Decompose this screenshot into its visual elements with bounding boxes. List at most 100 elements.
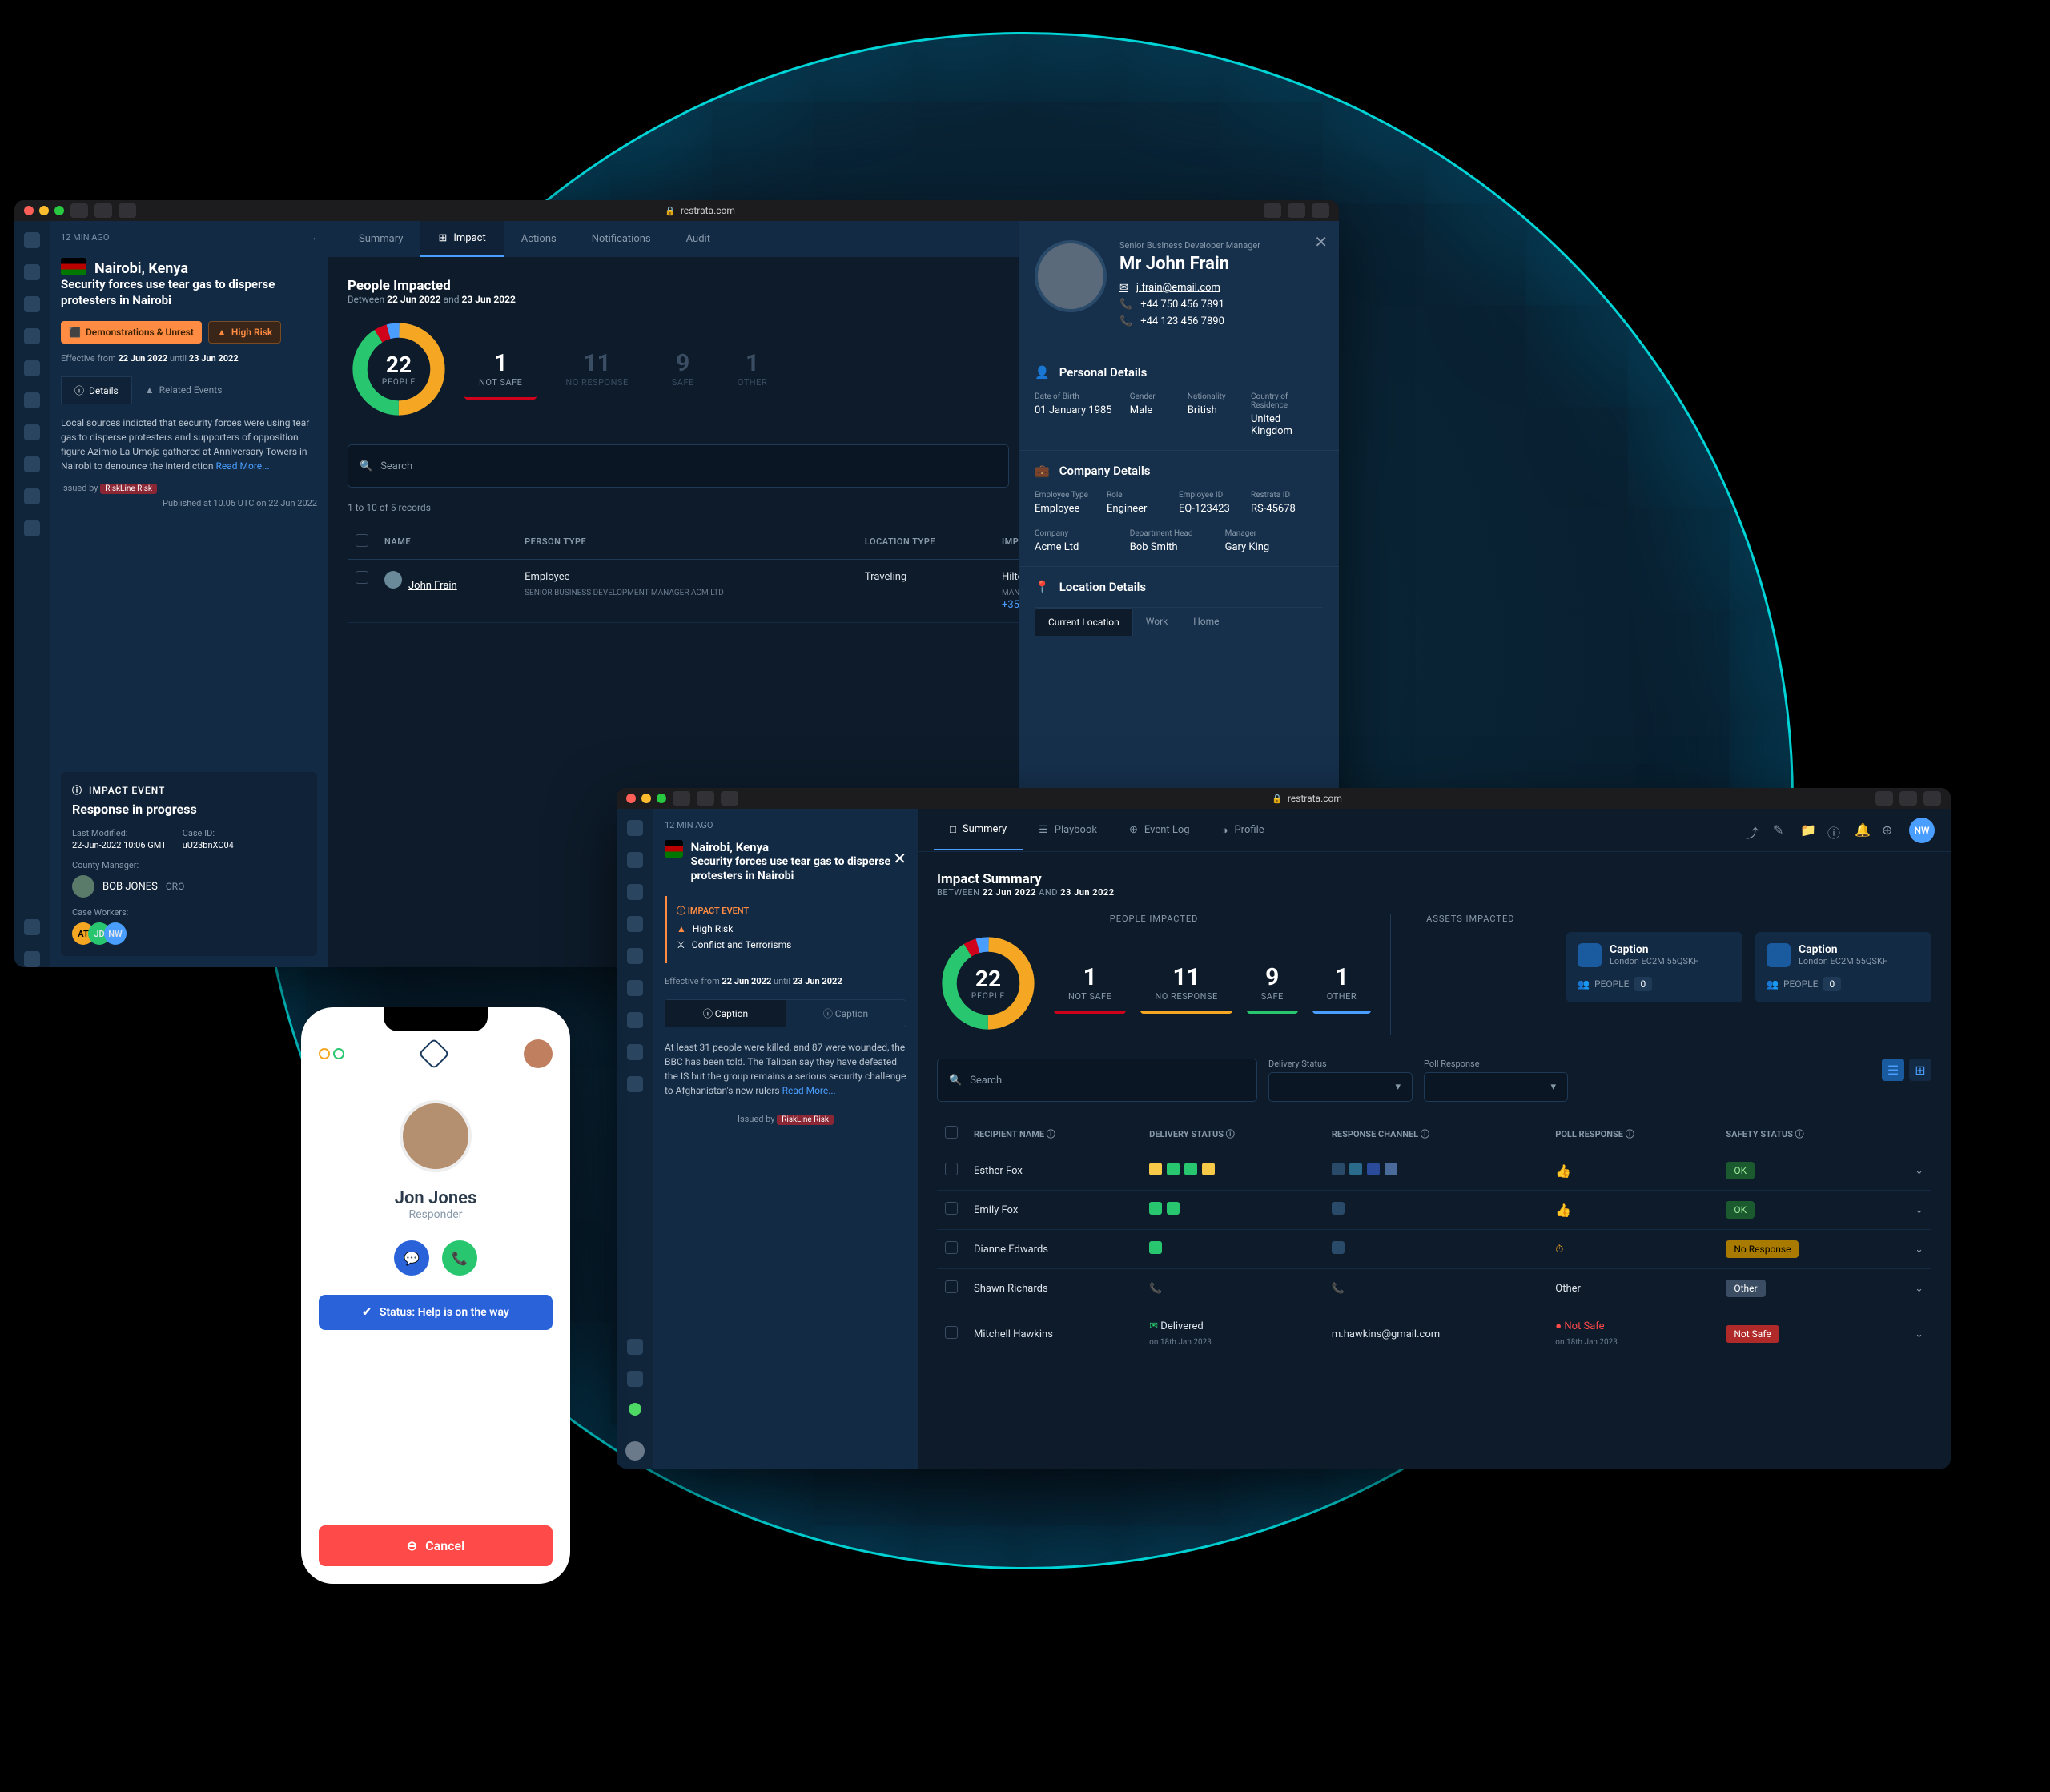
close-icon[interactable]: ✕ [1314, 232, 1328, 251]
minimize-dot[interactable] [39, 206, 49, 215]
user-avatar[interactable] [524, 1039, 553, 1068]
tab-impact[interactable]: ⊞ Impact [420, 221, 503, 257]
profile-phone-2[interactable]: 📞+44 123 456 7890 [1119, 315, 1260, 327]
address-bar[interactable]: 🔒 restrata.com [745, 793, 1869, 804]
nav-icon-7[interactable] [24, 456, 40, 472]
tab-event-log[interactable]: ⊕ Event Log [1113, 810, 1206, 850]
loc-tab-current[interactable]: Current Location [1035, 608, 1133, 636]
delivery-status-select[interactable]: ▾ [1268, 1072, 1413, 1102]
action-icon[interactable]: ⤴ [1746, 822, 1762, 838]
nav-icon-9[interactable] [24, 520, 40, 536]
user-chip[interactable]: NW [1909, 818, 1935, 843]
stat-not-safe[interactable]: 1NOT SAFE [1054, 954, 1126, 1014]
action-icon[interactable]: 🔔 [1855, 822, 1871, 838]
table-row[interactable]: Esther Fox👍OK⌄ [937, 1151, 1931, 1191]
table-row[interactable]: Mitchell Hawkins✉ Deliveredon 18th Jan 2… [937, 1308, 1931, 1360]
maximize-dot[interactable] [657, 794, 666, 803]
address-bar[interactable]: 🔒 restrata.com [143, 205, 1257, 216]
tab-profile[interactable]: ◑ Profile [1206, 810, 1280, 850]
list-view-button[interactable]: ☰ [1882, 1059, 1904, 1081]
nav-help-icon[interactable] [24, 919, 40, 935]
window-controls[interactable] [626, 794, 666, 803]
stat-no-response[interactable]: 11NO RESPONSE [1140, 954, 1232, 1014]
tab-summary[interactable]: Summary [341, 221, 420, 257]
tab-related-events[interactable]: ▲ Related Events [132, 376, 235, 404]
select-all-checkbox[interactable] [356, 534, 368, 547]
maximize-dot[interactable] [54, 206, 64, 215]
table-row[interactable]: Shawn Richards📞📞OtherOther⌄ [937, 1269, 1931, 1308]
tab-actions[interactable]: Actions [504, 221, 574, 257]
add-icon[interactable]: ⊕ [1882, 822, 1898, 838]
close-icon[interactable]: ✕ [893, 849, 906, 868]
tab-details[interactable]: ⓘ Details [61, 376, 132, 404]
nav-back[interactable] [673, 791, 690, 806]
action-icon[interactable]: ⓘ [1827, 822, 1843, 838]
loc-tab-work[interactable]: Work [1133, 608, 1180, 636]
user-avatar[interactable] [625, 1441, 645, 1461]
nav-icon-2[interactable] [24, 296, 40, 312]
minimize-dot[interactable] [641, 794, 651, 803]
select-all-checkbox[interactable] [945, 1126, 958, 1139]
table-row[interactable]: Dianne Edwards⏱No Response⌄ [937, 1230, 1931, 1269]
expand-icon[interactable]: ⌄ [1887, 1191, 1931, 1230]
nav-icon[interactable] [627, 1371, 643, 1387]
nav-back[interactable] [70, 203, 88, 218]
action-icon[interactable]: 📁 [1800, 822, 1816, 838]
close-dot[interactable] [626, 794, 636, 803]
app-logo[interactable] [418, 1038, 450, 1070]
cancel-button[interactable]: ⊖Cancel [319, 1525, 553, 1566]
read-more-link[interactable]: Read More... [215, 460, 269, 472]
new-tab-button[interactable] [1899, 791, 1917, 806]
nav-icon[interactable] [627, 1044, 643, 1060]
caption-tab[interactable]: ⓘ Caption [786, 1000, 906, 1027]
sidebar-toggle[interactable] [721, 791, 738, 806]
nav-icon[interactable] [627, 852, 643, 868]
close-dot[interactable] [24, 206, 34, 215]
nav-user-icon[interactable] [24, 951, 40, 967]
tab-audit[interactable]: Audit [669, 221, 728, 257]
nav-icon[interactable] [627, 1076, 643, 1092]
chat-button[interactable]: 💬 [394, 1240, 429, 1276]
nav-icon[interactable] [627, 1012, 643, 1028]
tab-notifications[interactable]: Notifications [574, 221, 669, 257]
window-controls[interactable] [24, 206, 64, 215]
row-name[interactable]: John Frain [408, 580, 457, 592]
table-row[interactable]: Emily Fox👍OK⌄ [937, 1191, 1931, 1230]
read-more-link[interactable]: Read More... [782, 1085, 836, 1096]
new-tab-button[interactable] [1288, 203, 1305, 218]
asset-card[interactable]: CaptionLondon EC2M 55QSKF 👥 PEOPLE 0 [1755, 932, 1931, 1002]
stat-other[interactable]: 1OTHER [1312, 954, 1371, 1014]
row-checkbox[interactable] [945, 1280, 958, 1293]
tab-playbook[interactable]: ☰ Playbook [1023, 810, 1113, 850]
share-button[interactable] [1264, 203, 1281, 218]
nav-icon-4[interactable] [24, 360, 40, 376]
expand-icon[interactable]: ⌄ [1887, 1230, 1931, 1269]
nav-forward[interactable] [94, 203, 112, 218]
grid-view-button[interactable]: ⊞ [1909, 1059, 1931, 1081]
action-icon[interactable]: ✎ [1773, 822, 1789, 838]
expand-icon[interactable]: ⌄ [1887, 1308, 1931, 1360]
row-checkbox[interactable] [945, 1241, 958, 1254]
search-input[interactable]: 🔍Search [937, 1059, 1257, 1102]
stat-no-response[interactable]: 11NO RESPONSE [551, 340, 642, 400]
asset-card[interactable]: CaptionLondon EC2M 55QSKF 👥 PEOPLE 0 [1566, 932, 1742, 1002]
nav-icon[interactable] [627, 884, 643, 900]
sidebar-toggle[interactable] [119, 203, 136, 218]
app-logo-icon[interactable] [24, 232, 40, 248]
nav-icon-3[interactable] [24, 328, 40, 344]
row-checkbox[interactable] [945, 1326, 958, 1339]
nav-icon-8[interactable] [24, 488, 40, 504]
nav-icon[interactable] [627, 948, 643, 964]
row-checkbox[interactable] [356, 571, 368, 584]
expand-icon[interactable]: ⌄ [1887, 1269, 1931, 1308]
share-button[interactable] [1875, 791, 1893, 806]
tabs-button[interactable] [1312, 203, 1329, 218]
nav-forward[interactable] [697, 791, 714, 806]
app-logo-icon[interactable] [627, 820, 643, 836]
poll-response-select[interactable]: ▾ [1424, 1072, 1568, 1102]
nav-icon[interactable] [627, 980, 643, 996]
settings-icon[interactable] [627, 1339, 643, 1355]
stat-not-safe[interactable]: 1NOT SAFE [464, 340, 537, 400]
nav-icon[interactable] [627, 916, 643, 932]
call-button[interactable]: 📞 [442, 1240, 477, 1276]
